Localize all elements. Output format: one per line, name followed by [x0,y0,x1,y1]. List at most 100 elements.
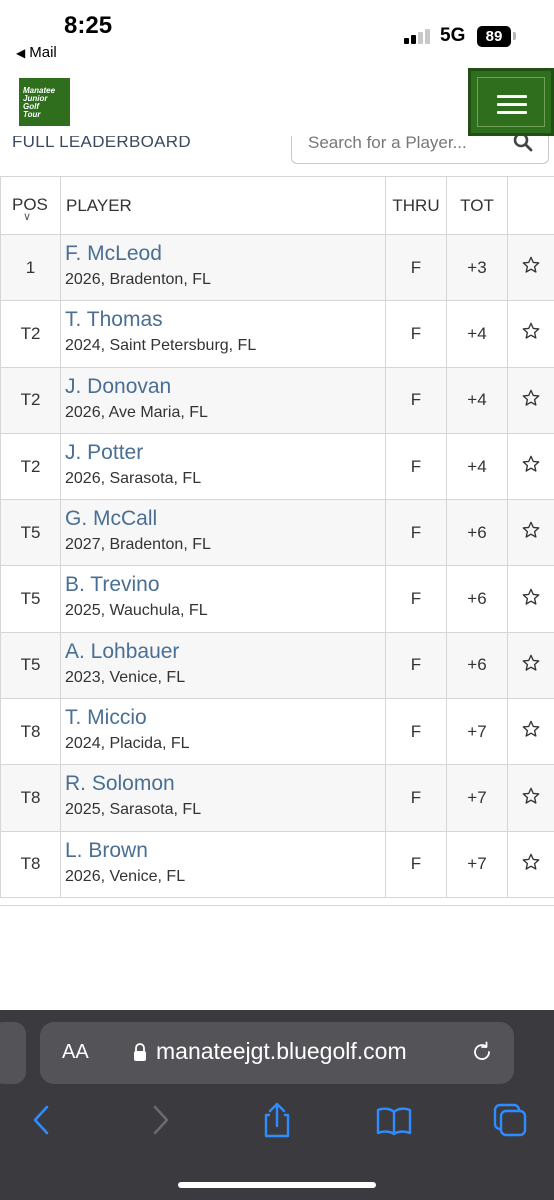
search-icon[interactable] [512,136,534,153]
table-row[interactable]: 1 F. McLeod 2026, Bradenton, FL F +3 [0,233,554,302]
previous-tab-preview[interactable] [0,1022,26,1084]
player-info: 2026, Venice, FL [65,867,186,885]
table-row[interactable]: T5 B. Trevino 2025, Wauchula, FL F +6 [0,565,554,633]
search-input[interactable] [308,136,498,153]
favorite-cell [507,565,554,633]
total-cell: +3 [446,233,508,302]
clock: 8:25 [64,12,113,39]
pos-column-header[interactable]: POS ∨ [0,176,61,235]
thru-cell: F [385,233,447,302]
table-row[interactable]: T5 G. McCall 2027, Bradenton, FL F +6 [0,499,554,567]
player-name-link[interactable]: R. Solomon [65,771,385,797]
player-name-link[interactable]: G. McCall [65,506,385,532]
logo-line: Tour [23,110,41,119]
table-row[interactable]: T5 A. Lohbauer 2023, Venice, FL F +6 [0,631,554,700]
position-cell: T2 [0,366,61,434]
favorite-cell [507,698,554,766]
total-cell: +6 [446,499,508,567]
total-cell: +7 [446,764,508,832]
sort-chevron-icon: ∨ [23,211,32,223]
total-cell: +6 [446,565,508,633]
favorite-cell [507,300,554,368]
favorite-cell [507,233,554,302]
tour-logo[interactable]: Manatee Junior Golf Tour [19,78,70,126]
favorite-cell [507,830,554,898]
leaderboard-toolbar: FULL LEADERBOARD [0,136,554,176]
position-cell: T5 [0,565,61,633]
player-name-link[interactable]: J. Donovan [65,374,385,400]
player-search[interactable] [291,136,549,164]
player-info: 2025, Wauchula, FL [65,602,208,620]
player-cell: T. Thomas 2024, Saint Petersburg, FL [60,300,386,368]
star-icon[interactable] [521,388,541,408]
position-cell: T5 [0,631,61,700]
player-name-link[interactable]: T. Thomas [65,307,385,333]
star-icon[interactable] [521,653,541,673]
star-icon[interactable] [521,454,541,474]
total-cell: +4 [446,300,508,368]
back-icon[interactable] [22,1100,62,1140]
player-name-link[interactable]: T. Miccio [65,705,385,731]
star-icon[interactable] [521,587,541,607]
player-cell: L. Brown 2026, Venice, FL [60,830,386,898]
favorite-cell [507,499,554,567]
player-name-link[interactable]: B. Trevino [65,572,385,598]
star-icon[interactable] [521,321,541,341]
tabs-icon[interactable] [490,1100,530,1140]
forward-icon[interactable] [140,1100,180,1140]
star-icon[interactable] [521,719,541,739]
thru-cell: F [385,698,447,766]
player-cell: J. Potter 2026, Sarasota, FL [60,432,386,501]
thru-cell: F [385,631,447,700]
star-icon[interactable] [521,520,541,540]
thru-column-header[interactable]: THRU [385,176,447,235]
bookmarks-icon[interactable] [374,1100,414,1140]
back-to-mail-link[interactable]: ◀ Mail [16,44,57,61]
position-cell: T8 [0,830,61,898]
total-cell: +7 [446,830,508,898]
browser-nav-row [0,1100,554,1140]
favorite-cell [507,432,554,501]
menu-button[interactable] [468,68,554,136]
table-header-row: POS ∨ PLAYER THRU TOT [0,176,554,235]
player-name-link[interactable]: L. Brown [65,838,385,864]
address-bar[interactable]: AA manateejgt.bluegolf.com [40,1022,514,1084]
table-row[interactable]: T2 J. Donovan 2026, Ave Maria, FL F +4 [0,366,554,434]
favorite-cell [507,366,554,434]
table-row[interactable]: T8 T. Miccio 2024, Placida, FL F +7 [0,698,554,766]
star-icon[interactable] [521,852,541,872]
total-cell: +4 [446,432,508,501]
star-icon[interactable] [521,786,541,806]
table-row[interactable]: T8 L. Brown 2026, Venice, FL F +7 [0,830,554,898]
reload-icon[interactable] [470,1040,494,1064]
lock-icon [134,1043,146,1061]
player-name-link[interactable]: J. Potter [65,440,385,466]
player-column-header[interactable]: PLAYER [60,176,386,235]
leaderboard-table: POS ∨ PLAYER THRU TOT 1 F. McLeod 2026, Br… [0,176,554,898]
favorite-cell [507,631,554,700]
thru-cell: F [385,764,447,832]
player-name-link[interactable]: A. Lohbauer [65,639,385,665]
position-cell: T5 [0,499,61,567]
player-info: 2024, Placida, FL [65,735,190,753]
menu-button-frame [477,77,545,127]
table-row[interactable]: T2 J. Potter 2026, Sarasota, FL F +4 [0,432,554,501]
full-leaderboard-link[interactable]: FULL LEADERBOARD [12,136,191,152]
table-row[interactable]: T2 T. Thomas 2024, Saint Petersburg, FL F +4 [0,300,554,368]
table-row[interactable]: T8 R. Solomon 2025, Sarasota, FL F +7 [0,764,554,832]
position-cell: T2 [0,300,61,368]
reader-aa-button[interactable]: AA [62,1041,89,1064]
thru-cell: F [385,300,447,368]
back-triangle-icon: ◀ [16,45,26,60]
site-header: Manatee Junior Golf Tour [0,68,554,136]
total-cell: +6 [446,631,508,700]
player-cell: A. Lohbauer 2023, Venice, FL [60,631,386,700]
player-cell: T. Miccio 2024, Placida, FL [60,698,386,766]
star-icon[interactable] [521,255,541,275]
tot-column-header[interactable]: TOT [446,176,508,235]
player-name-link[interactable]: F. McLeod [65,241,385,267]
position-cell: T8 [0,764,61,832]
share-icon[interactable] [257,1100,297,1140]
player-cell: J. Donovan 2026, Ave Maria, FL [60,366,386,434]
aa-label: AA [62,1041,89,1063]
